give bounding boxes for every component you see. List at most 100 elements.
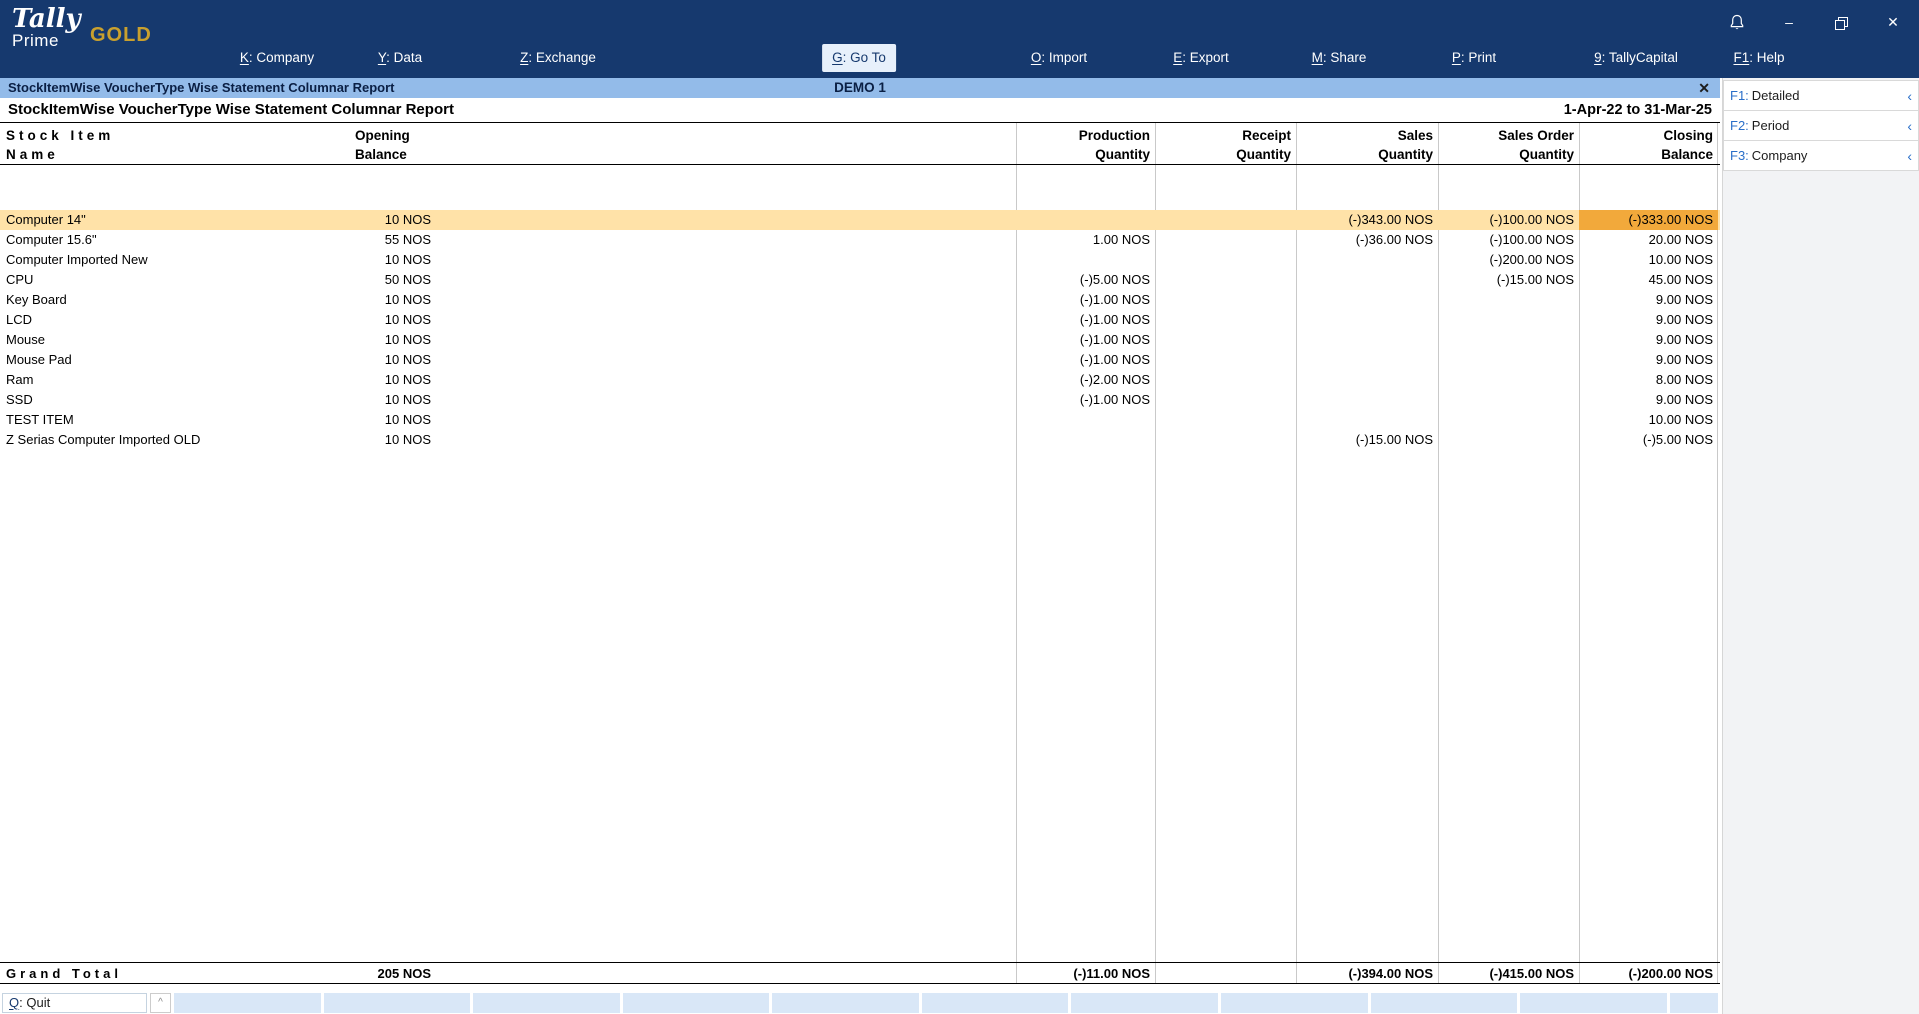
cell-gap (455, 410, 1016, 430)
column-header-sales-order: Sales Order Quantity (1438, 123, 1579, 164)
empty-row (0, 165, 1720, 210)
empty-button (772, 993, 919, 1013)
grand-total-sales: (-)394.00 NOS (1296, 963, 1438, 983)
cell-sales-order (1438, 430, 1579, 450)
menu-item-help[interactable]: F1: Help (1723, 44, 1794, 72)
report-period: 1-Apr-22 to 31-Mar-25 (1564, 98, 1712, 122)
table-row[interactable]: Z Serias Computer Imported OLD10 NOS(-)1… (0, 430, 1720, 450)
cell-gap (455, 270, 1016, 290)
cell-gap (455, 290, 1016, 310)
table-row[interactable]: Key Board10 NOS(-)1.00 NOS9.00 NOS (0, 290, 1720, 310)
table-header: Stock Item Name Opening Balance Producti… (0, 122, 1720, 165)
company-name: DEMO 1 (834, 78, 886, 98)
cell-receipt (1155, 230, 1296, 250)
minimize-button[interactable]: – (1763, 14, 1815, 30)
grand-total-sales-order: (-)415.00 NOS (1438, 963, 1579, 983)
report-table: Stock Item Name Opening Balance Producti… (0, 122, 1720, 984)
report-title: StockItemWise VoucherType Wise Statement… (8, 98, 454, 122)
table-body: Computer 14"10 NOS(-)343.00 NOS(-)100.00… (0, 165, 1720, 962)
cell-receipt (1155, 250, 1296, 270)
right-button-panel: F1:Detailed‹F2:Period‹F3:Company‹ (1722, 78, 1919, 1014)
empty-button (623, 993, 770, 1013)
menu-item-export[interactable]: E: Export (1163, 44, 1239, 72)
cell-gap (455, 370, 1016, 390)
column-header-gap (455, 123, 1016, 164)
table-row[interactable]: LCD10 NOS(-)1.00 NOS9.00 NOS (0, 310, 1720, 330)
cell-opening: 10 NOS (355, 250, 455, 270)
sidebar-button-period[interactable]: F2:Period‹ (1723, 110, 1919, 141)
scroll-up-icon[interactable]: ^ (150, 993, 171, 1013)
cell-opening: 10 NOS (355, 210, 455, 230)
cell-opening: 10 NOS (355, 330, 455, 350)
menu-item-go-to[interactable]: G: Go To (822, 44, 896, 72)
grand-total-opening: 205 NOS (355, 963, 455, 983)
cell-production: (-)1.00 NOS (1016, 290, 1155, 310)
sidebar-button-company[interactable]: F3:Company‹ (1723, 140, 1919, 171)
empty-button (473, 993, 620, 1013)
cell-production: (-)1.00 NOS (1016, 310, 1155, 330)
table-row[interactable]: Mouse10 NOS(-)1.00 NOS9.00 NOS (0, 330, 1720, 350)
grand-total-closing: (-)200.00 NOS (1579, 963, 1718, 983)
cell-closing: 20.00 NOS (1579, 230, 1718, 250)
menu-item-company[interactable]: K: Company (230, 44, 324, 72)
grand-total-receipt (1155, 963, 1296, 983)
column-header-stock-item: Stock Item Name (0, 123, 355, 164)
cell-sales (1296, 330, 1438, 350)
table-row[interactable]: Computer 15.6"55 NOS1.00 NOS(-)36.00 NOS… (0, 230, 1720, 250)
cell-gap (455, 250, 1016, 270)
table-row[interactable]: Computer Imported New10 NOS(-)200.00 NOS… (0, 250, 1720, 270)
notification-bell-icon[interactable] (1711, 13, 1763, 31)
menu-item-exchange[interactable]: Z: Exchange (510, 44, 606, 72)
table-row[interactable]: Mouse Pad10 NOS(-)1.00 NOS9.00 NOS (0, 350, 1720, 370)
column-header-closing: Closing Balance (1579, 123, 1718, 164)
menu-item-data[interactable]: Y: Data (368, 44, 432, 72)
cell-receipt (1155, 270, 1296, 290)
cell-sales (1296, 370, 1438, 390)
top-menu: K: Company Y: Data Z: Exchange G: Go To O: I… (0, 0, 1919, 78)
menu-item-tallycapital[interactable]: 9: TallyCapital (1584, 44, 1688, 72)
cell-sales (1296, 350, 1438, 370)
cell-name: Computer 14" (0, 210, 355, 230)
table-row[interactable]: SSD10 NOS(-)1.00 NOS9.00 NOS (0, 390, 1720, 410)
report-close-icon[interactable]: ✕ (1698, 78, 1710, 98)
quit-key: Q (9, 995, 19, 1010)
cell-opening: 50 NOS (355, 270, 455, 290)
close-button[interactable]: ✕ (1867, 14, 1919, 31)
cell-closing: 9.00 NOS (1579, 330, 1718, 350)
restore-button[interactable] (1815, 14, 1867, 30)
cell-sales: (-)36.00 NOS (1296, 230, 1438, 250)
table-row[interactable]: CPU50 NOS(-)5.00 NOS(-)15.00 NOS45.00 NO… (0, 270, 1720, 290)
menu-item-import[interactable]: O: Import (1021, 44, 1097, 72)
cell-opening: 10 NOS (355, 370, 455, 390)
cell-sales (1296, 250, 1438, 270)
cell-name: TEST ITEM (0, 410, 355, 430)
cell-name: Ram (0, 370, 355, 390)
cell-sales: (-)15.00 NOS (1296, 430, 1438, 450)
cell-sales (1296, 310, 1438, 330)
cell-gap (455, 330, 1016, 350)
empty-button (174, 993, 321, 1013)
cell-production (1016, 430, 1155, 450)
report-titlebar: StockItemWise VoucherType Wise Statement… (0, 78, 1720, 98)
column-header-receipt: Receipt Quantity (1155, 123, 1296, 164)
cell-gap (455, 310, 1016, 330)
grand-total-gap (455, 963, 1016, 983)
cell-name: Mouse (0, 330, 355, 350)
menu-item-print[interactable]: P: Print (1442, 44, 1506, 72)
cell-production: (-)1.00 NOS (1016, 390, 1155, 410)
cell-receipt (1155, 390, 1296, 410)
cell-closing: (-)5.00 NOS (1579, 430, 1718, 450)
cell-sales-order: (-)100.00 NOS (1438, 210, 1579, 230)
quit-button[interactable]: Q: Quit (2, 993, 147, 1013)
menu-item-share[interactable]: M: Share (1302, 44, 1377, 72)
table-row[interactable]: TEST ITEM10 NOS10.00 NOS (0, 410, 1720, 430)
sidebar-button-detailed[interactable]: F1:Detailed‹ (1723, 80, 1919, 111)
cell-name: LCD (0, 310, 355, 330)
cell-opening: 10 NOS (355, 350, 455, 370)
cell-closing: (-)333.00 NOS (1579, 210, 1718, 230)
table-row[interactable]: Computer 14"10 NOS(-)343.00 NOS(-)100.00… (0, 210, 1720, 230)
quit-label: : Quit (19, 995, 50, 1010)
cell-opening: 10 NOS (355, 290, 455, 310)
table-row[interactable]: Ram10 NOS(-)2.00 NOS8.00 NOS (0, 370, 1720, 390)
cell-receipt (1155, 430, 1296, 450)
